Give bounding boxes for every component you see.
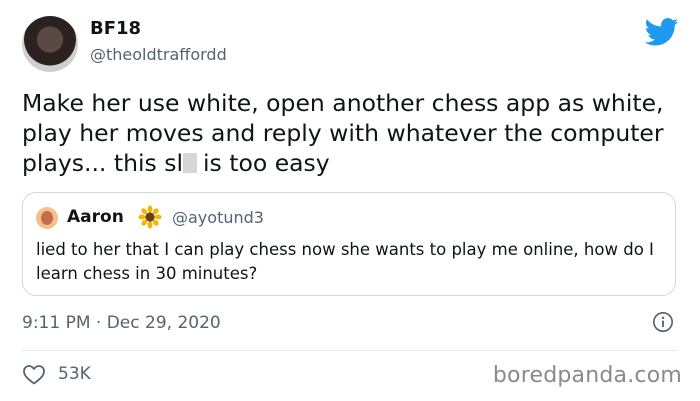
quoted-author-avatar[interactable]	[36, 207, 58, 229]
censor-block	[183, 153, 198, 173]
like-count[interactable]: 53K	[58, 364, 91, 384]
quoted-tweet-card[interactable]: Aaron @ayotund3 lied to her that I can p…	[22, 192, 676, 296]
heart-icon[interactable]	[22, 363, 46, 385]
quoted-author-display-name[interactable]: Aaron	[67, 207, 124, 227]
author-handle[interactable]: @theoldtraffordd	[90, 45, 227, 64]
author-display-name[interactable]: BF18	[90, 18, 141, 39]
tweet-text: Make her use white, open another chess a…	[22, 88, 682, 178]
quoted-author-handle[interactable]: @ayotund3	[172, 208, 264, 227]
watermark: boredpanda.com	[492, 363, 682, 388]
divider	[22, 350, 678, 351]
tweet-timestamp[interactable]: 9:11 PM · Dec 29, 2020	[22, 313, 221, 333]
author-avatar[interactable]	[22, 16, 78, 72]
quoted-tweet-text: lied to her that I can play chess now sh…	[36, 240, 654, 283]
sunflower-icon	[138, 205, 162, 229]
info-icon[interactable]	[652, 311, 674, 333]
tweet-text-part-1: Make her use white, open another chess a…	[22, 89, 664, 177]
tweet-text-part-2: is too easy	[203, 149, 330, 177]
twitter-bird-icon[interactable]	[645, 18, 679, 46]
